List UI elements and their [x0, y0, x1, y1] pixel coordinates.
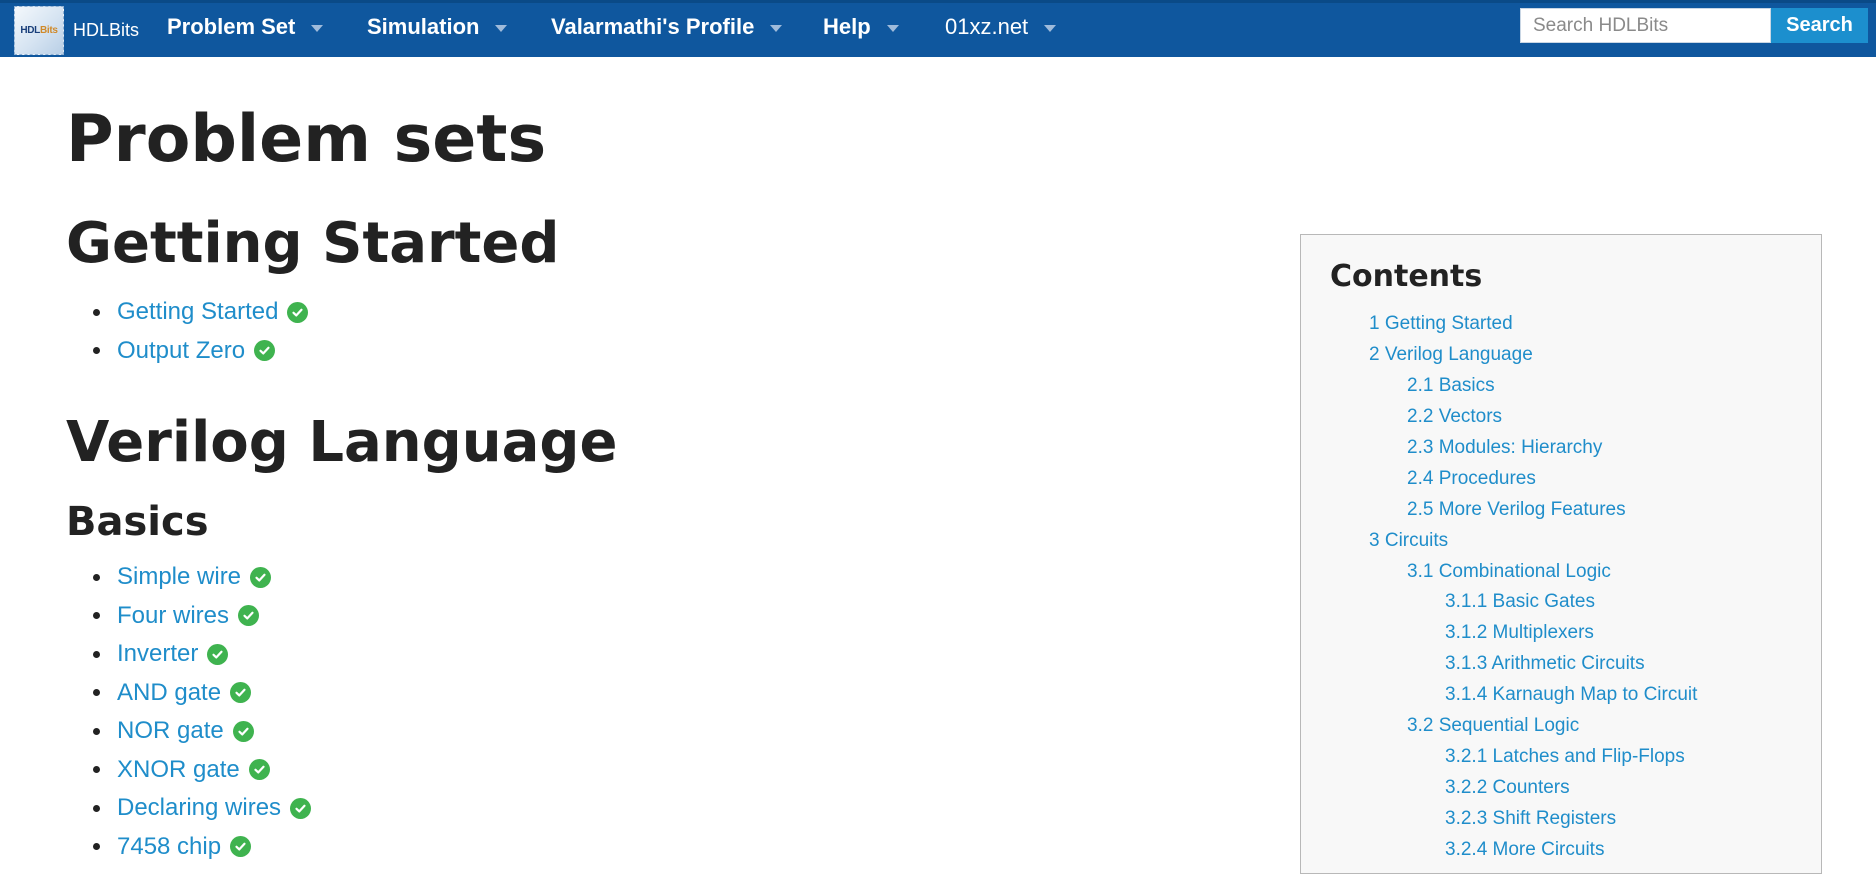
toc-item: 3.2 Sequential Logic [1301, 711, 1821, 742]
toc-item: 2.3 Modules: Hierarchy [1301, 433, 1821, 464]
toc-item: 1 Getting Started [1301, 309, 1821, 340]
toc-link[interactable]: 2.4 Procedures [1407, 468, 1536, 490]
section-heading-verilog-language: Verilog Language [66, 410, 618, 475]
toc-item: 2.5 More Verilog Features [1301, 494, 1821, 525]
table-of-contents: Contents 1 Getting Started 2 Verilog Lan… [1300, 234, 1822, 874]
toc-link[interactable]: 3.1 Combinational Logic [1407, 561, 1611, 583]
problem-link[interactable]: 7458 chip [117, 833, 221, 861]
check-circle-icon [250, 566, 272, 588]
toc-link[interactable]: 3.2 Sequential Logic [1407, 715, 1579, 737]
nav-simulation-label: Simulation [367, 14, 480, 39]
nav-01xz-label: 01xz.net [945, 14, 1029, 39]
check-circle-icon [248, 759, 270, 781]
nav-profile[interactable]: Valarmathi's Profile [551, 13, 783, 41]
toc-link[interactable]: 2.1 Basics [1407, 375, 1495, 397]
toc-link[interactable]: 3.2.1 Latches and Flip-Flops [1445, 746, 1685, 768]
check-circle-icon [287, 301, 309, 323]
toc-link[interactable]: 3.2.3 Shift Registers [1445, 808, 1616, 830]
toc-link[interactable]: 1 Getting Started [1369, 313, 1513, 335]
toc-item: 3.1.4 Karnaugh Map to Circuit [1301, 680, 1821, 711]
toc-link[interactable]: 2 Verilog Language [1369, 344, 1533, 366]
toc-link[interactable]: 3.1.1 Basic Gates [1445, 591, 1595, 613]
toc-item: 3.1.3 Arithmetic Circuits [1301, 649, 1821, 680]
toc-link[interactable]: 2.2 Vectors [1407, 406, 1502, 428]
toc-item: 2.4 Procedures [1301, 463, 1821, 494]
nav-problem-set[interactable]: Problem Set [167, 13, 324, 41]
problem-link[interactable]: NOR gate [117, 717, 224, 745]
toc-list: 1 Getting Started 2 Verilog Language 2.1… [1301, 309, 1821, 865]
logo-text-hdl: HDL [20, 25, 40, 36]
check-circle-icon [207, 643, 229, 665]
check-circle-icon [238, 605, 260, 627]
check-circle-icon [254, 340, 276, 362]
toc-item: 3.2.1 Latches and Flip-Flops [1301, 741, 1821, 772]
toc-item: 2.2 Vectors [1301, 402, 1821, 433]
toc-item: 3.2.4 More Circuits [1301, 834, 1821, 865]
search-button[interactable]: Search [1771, 8, 1868, 43]
toc-item: 3.2.3 Shift Registers [1301, 803, 1821, 834]
list-item: Declaring wires [90, 789, 312, 828]
chevron-down-icon [770, 24, 783, 32]
toc-link[interactable]: 3.1.2 Multiplexers [1445, 622, 1594, 644]
toc-item: 3.1.1 Basic Gates [1301, 587, 1821, 618]
problem-link[interactable]: Getting Started [117, 298, 278, 326]
problem-link[interactable]: AND gate [117, 679, 221, 707]
nav-help-label: Help [823, 14, 871, 39]
problem-link[interactable]: XNOR gate [117, 756, 240, 784]
toc-link[interactable]: 2.5 More Verilog Features [1407, 499, 1626, 521]
check-circle-icon [230, 836, 252, 858]
toc-link[interactable]: 2.3 Modules: Hierarchy [1407, 437, 1602, 459]
chevron-down-icon [311, 24, 324, 32]
check-circle-icon [290, 797, 312, 819]
toc-link[interactable]: 3.2.4 More Circuits [1445, 839, 1604, 861]
toc-title: Contents [1330, 259, 1483, 294]
list-item: Getting Started [90, 293, 309, 332]
toc-item: 3 Circuits [1301, 525, 1821, 556]
problem-link[interactable]: Inverter [117, 640, 198, 668]
basics-list: Simple wire Four wires Inverter AND gate… [90, 558, 312, 867]
list-item: NOR gate [90, 712, 311, 751]
problem-link[interactable]: Four wires [117, 602, 229, 630]
search-input[interactable] [1520, 8, 1771, 43]
toc-item: 2 Verilog Language [1301, 340, 1821, 371]
problem-link[interactable]: Simple wire [117, 563, 241, 591]
list-item: XNOR gate [90, 751, 311, 790]
toc-item: 3.1.2 Multiplexers [1301, 618, 1821, 649]
page-title: Problem sets [66, 102, 547, 177]
toc-link[interactable]: 3.2.2 Counters [1445, 777, 1570, 799]
toc-item: 3.1 Combinational Logic [1301, 556, 1821, 587]
list-item: AND gate [90, 674, 311, 713]
nav-01xz[interactable]: 01xz.net [945, 13, 1057, 41]
toc-item: 3.2.2 Counters [1301, 772, 1821, 803]
toc-item: 2.1 Basics [1301, 371, 1821, 402]
toc-link[interactable]: 3 Circuits [1369, 530, 1448, 552]
getting-started-list: Getting Started Output Zero [90, 293, 309, 371]
problem-link[interactable]: Declaring wires [117, 794, 281, 822]
problem-link[interactable]: Output Zero [117, 337, 245, 365]
logo-text-bits: Bits [39, 25, 58, 36]
check-circle-icon [230, 682, 252, 704]
toc-link[interactable]: 3.1.3 Arithmetic Circuits [1445, 653, 1645, 675]
site-name[interactable]: HDLBits [73, 20, 139, 41]
subsection-heading-basics: Basics [66, 499, 209, 545]
list-item: Output Zero [90, 332, 308, 371]
nav-simulation[interactable]: Simulation [367, 13, 508, 41]
top-navigation-bar: HDL Bits HDLBits Problem Set Simulation V… [0, 0, 1876, 57]
list-item: Four wires [90, 597, 311, 636]
chevron-down-icon [495, 24, 508, 32]
nav-problem-set-label: Problem Set [167, 14, 296, 39]
nav-profile-label: Valarmathi's Profile [551, 14, 755, 39]
list-item: Inverter [90, 635, 311, 674]
check-circle-icon [232, 720, 254, 742]
hdlbits-logo[interactable]: HDL Bits [14, 6, 64, 55]
toc-link[interactable]: 3.1.4 Karnaugh Map to Circuit [1445, 684, 1697, 706]
list-item: Simple wire [90, 558, 311, 597]
chevron-down-icon [886, 24, 899, 32]
chevron-down-icon [1044, 24, 1057, 32]
nav-help[interactable]: Help [823, 13, 899, 41]
section-heading-getting-started: Getting Started [66, 211, 560, 276]
list-item: 7458 chip [90, 828, 311, 867]
